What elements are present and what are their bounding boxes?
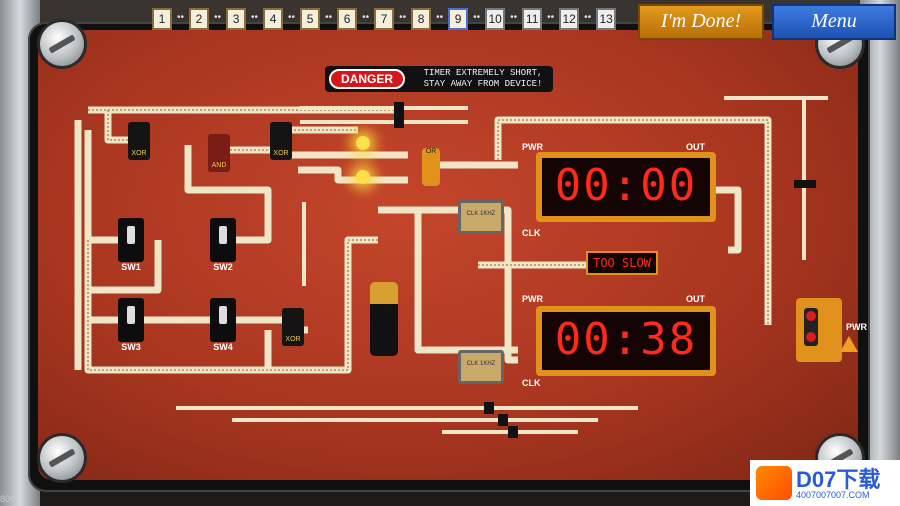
level-separator-dots: •• [436,12,444,23]
xor-gate: XOR [282,308,304,346]
slider-knob [794,180,816,188]
menu-button[interactable]: Menu [772,4,896,40]
danger-badge: DANGER [329,69,405,89]
screw-bolt [40,436,84,480]
corner-number: 806 [0,494,16,504]
timer-clk-label: CLK [522,378,541,388]
watermark: D07下载 4007007007.COM [750,460,900,506]
danger-message: TIMER EXTREMELY SHORT, STAY AWAY FROM DE… [423,68,543,89]
level-button-11[interactable]: 11 [522,8,543,30]
level-separator-dots: •• [547,12,555,23]
top-timer-display: 00:00 [536,152,716,222]
switch-label: SW4 [213,342,233,352]
level-button-8[interactable]: 8 [411,8,432,30]
switch-label: SW3 [121,342,141,352]
switch-sw3[interactable] [118,298,144,342]
level-button-7[interactable]: 7 [374,8,395,30]
indicator-led [356,170,370,184]
switch-sw4[interactable] [210,298,236,342]
watermark-sub-text: 4007007007.COM [796,490,870,500]
switch-sw2[interactable] [210,218,236,262]
power-switch-box[interactable] [796,298,842,362]
level-separator-dots: •• [510,12,518,23]
slider-knob [498,414,508,426]
timer-pwr-label: PWR [522,142,543,152]
battery [370,282,398,356]
warning-triangle-icon [840,336,858,352]
switch-label: SW1 [121,262,141,272]
level-button-10[interactable]: 10 [485,8,506,30]
timer-digits: 00:38 [542,312,710,370]
timer-pwr-label: PWR [522,294,543,304]
game-frame: XOR AND XOR XOR OR CLK 1KHZ CLK 1KHZ SW1… [0,0,900,506]
level-separator-dots: •• [325,12,333,23]
level-button-2[interactable]: 2 [189,8,210,30]
indicator-led [356,136,370,150]
level-button-13[interactable]: 13 [596,8,617,30]
circuit-board: XOR AND XOR XOR OR CLK 1KHZ CLK 1KHZ SW1… [38,30,858,480]
im-done-button[interactable]: I'm Done! [638,4,764,40]
level-separator-dots: •• [214,12,222,23]
or-gate: OR [422,148,440,186]
too-slow-indicator: TOO SLOW [586,251,658,275]
level-button-12[interactable]: 12 [559,8,580,30]
timer-digits: 00:00 [542,158,710,216]
level-separator-dots: •• [399,12,407,23]
slider-knob [394,102,404,128]
trace [298,166,408,184]
timer-out-label: OUT [686,294,705,304]
level-selector: 1 •• 2 •• 3 •• 4 •• 5 •• 6 •• 7 •• 8 •• 9 •• 10 ••… [152,8,617,30]
and-gate: AND [208,134,230,172]
circuit-traces [74,96,828,438]
power-label: PWR [846,322,867,332]
level-button-9[interactable]: 9 [448,8,469,30]
timer-out-label: OUT [686,142,705,152]
level-separator-dots: •• [584,12,592,23]
level-separator-dots: •• [251,12,259,23]
level-separator-dots: •• [362,12,370,23]
switch-label: SW2 [213,262,233,272]
slider-knob [508,426,518,438]
level-button-6[interactable]: 6 [337,8,358,30]
level-button-4[interactable]: 4 [263,8,284,30]
slider-knob [484,402,494,414]
level-separator-dots: •• [177,12,185,23]
power-button[interactable] [804,308,818,346]
level-button-1[interactable]: 1 [152,8,172,30]
xor-gate: XOR [128,122,150,160]
xor-gate: XOR [270,122,292,160]
danger-warning-banner: DANGER TIMER EXTREMELY SHORT, STAY AWAY … [325,66,553,92]
clock-module: CLK 1KHZ [458,200,504,234]
switch-sw1[interactable] [118,218,144,262]
bottom-timer-display: 00:38 [536,306,716,376]
timer-clk-label: CLK [522,228,541,238]
level-separator-dots: •• [473,12,481,23]
level-button-5[interactable]: 5 [300,8,321,30]
watermark-logo-icon [756,466,792,500]
screw-bolt [40,22,84,66]
clock-module: CLK 1KHZ [458,350,504,384]
level-button-3[interactable]: 3 [226,8,247,30]
level-separator-dots: •• [288,12,296,23]
